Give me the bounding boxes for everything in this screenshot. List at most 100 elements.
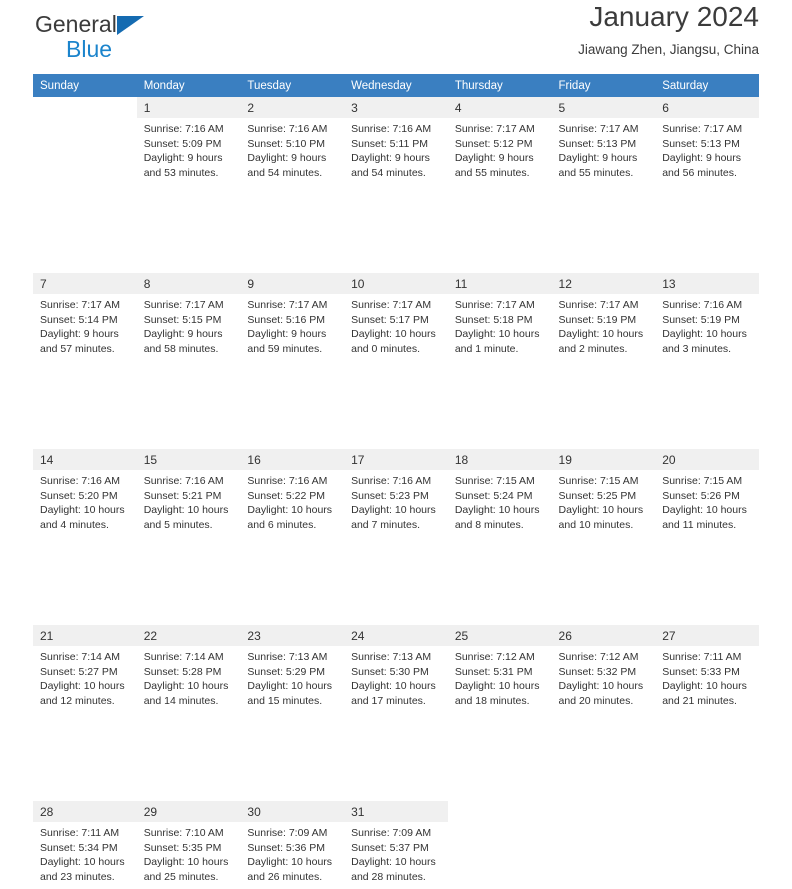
- calendar-day-cell[interactable]: 8 Sunrise: 7:17 AM Sunset: 5:15 PM Daylight…: [136, 273, 241, 361]
- calendar-day-cell[interactable]: 25 Sunrise: 7:12 AM Sunset: 5:31 PM Dayligh…: [447, 625, 552, 713]
- day-detail-line: and 3 minutes.: [662, 342, 732, 355]
- day-number: 11: [447, 273, 552, 294]
- triangle-icon: [116, 16, 144, 35]
- day-detail-line: Sunrise: 7:09 AM: [247, 827, 328, 839]
- day-detail-line: Daylight: 10 hours: [143, 504, 229, 517]
- day-detail-line: Sunrise: 7:14 AM: [143, 651, 224, 663]
- day-details: Sunrise: 7:17 AM Sunset: 5:16 PM Daylight:…: [240, 294, 344, 356]
- calendar-day-cell[interactable]: 5 Sunrise: 7:17 AM Sunset: 5:13 PM Daylight…: [551, 97, 656, 185]
- day-number: 18: [447, 449, 552, 470]
- day-detail-line: Daylight: 10 hours: [40, 856, 125, 869]
- calendar-day-cell[interactable]: 21 Sunrise: 7:14 AM Sunset: 5:27 PM Dayligh…: [33, 625, 137, 713]
- calendar-day-cell[interactable]: 9 Sunrise: 7:17 AM Sunset: 5:16 PM Daylight…: [240, 273, 345, 361]
- day-number: 29: [136, 801, 241, 822]
- day-detail-line: Daylight: 10 hours: [662, 680, 747, 693]
- weekday-header-monday: Monday: [136, 74, 241, 97]
- calendar-day-cell[interactable]: 27 Sunrise: 7:11 AM Sunset: 5:33 PM Dayligh…: [655, 625, 759, 713]
- day-details: Sunrise: 7:10 AM Sunset: 5:35 PM Daylight:…: [137, 822, 241, 884]
- generalblue-logo[interactable]: General Blue: [35, 13, 144, 62]
- day-detail-line: Daylight: 9 hours: [40, 328, 119, 341]
- day-number: 4: [447, 97, 552, 118]
- day-detail-line: and 14 minutes.: [143, 694, 219, 707]
- day-detail-line: Sunset: 5:10 PM: [247, 137, 326, 150]
- calendar-day-cell[interactable]: 19 Sunrise: 7:15 AM Sunset: 5:25 PM Dayligh…: [551, 449, 656, 537]
- day-detail-line: Sunset: 5:32 PM: [558, 665, 637, 678]
- day-detail-line: Daylight: 10 hours: [351, 856, 436, 869]
- calendar-day-cell[interactable]: 12 Sunrise: 7:17 AM Sunset: 5:19 PM Dayligh…: [551, 273, 656, 361]
- day-detail-line: Sunrise: 7:13 AM: [351, 651, 432, 663]
- day-detail-line: and 15 minutes.: [247, 694, 323, 707]
- day-details: Sunrise: 7:16 AM Sunset: 5:20 PM Daylight:…: [33, 470, 137, 532]
- day-details: Sunrise: 7:09 AM Sunset: 5:36 PM Daylight:…: [240, 822, 344, 884]
- day-number: 30: [240, 801, 345, 822]
- day-details: Sunrise: 7:17 AM Sunset: 5:13 PM Daylight:…: [552, 118, 656, 180]
- day-detail-line: and 7 minutes.: [351, 518, 420, 531]
- calendar-day-cell[interactable]: 1 Sunrise: 7:16 AM Sunset: 5:09 PM Daylight…: [136, 97, 241, 185]
- calendar-day-cell-empty: [551, 801, 656, 889]
- calendar-day-cell[interactable]: 22 Sunrise: 7:14 AM Sunset: 5:28 PM Dayligh…: [136, 625, 241, 713]
- calendar-day-cell[interactable]: 20 Sunrise: 7:15 AM Sunset: 5:26 PM Dayligh…: [655, 449, 759, 537]
- day-detail-line: Sunset: 5:27 PM: [40, 665, 118, 678]
- weekday-header-friday: Friday: [551, 74, 656, 97]
- day-detail-line: and 28 minutes.: [351, 870, 426, 883]
- calendar-day-cell[interactable]: 29 Sunrise: 7:10 AM Sunset: 5:35 PM Dayligh…: [136, 801, 241, 889]
- calendar-day-cell[interactable]: 28 Sunrise: 7:11 AM Sunset: 5:34 PM Dayligh…: [33, 801, 137, 889]
- calendar-day-cell[interactable]: 17 Sunrise: 7:16 AM Sunset: 5:23 PM Dayligh…: [344, 449, 448, 537]
- day-detail-line: Sunrise: 7:17 AM: [454, 299, 535, 311]
- day-detail-line: Sunset: 5:15 PM: [143, 313, 222, 326]
- day-detail-line: Sunset: 5:30 PM: [351, 665, 429, 678]
- day-detail-line: Sunrise: 7:17 AM: [454, 123, 535, 135]
- calendar-day-cell[interactable]: 10 Sunrise: 7:17 AM Sunset: 5:17 PM Dayligh…: [344, 273, 448, 361]
- calendar-day-cell[interactable]: 31 Sunrise: 7:09 AM Sunset: 5:37 PM Dayligh…: [344, 801, 448, 889]
- day-detail-line: Daylight: 10 hours: [247, 680, 333, 693]
- day-detail-line: Sunset: 5:26 PM: [662, 489, 740, 502]
- day-detail-line: Daylight: 10 hours: [247, 856, 333, 869]
- calendar-day-cell[interactable]: 7 Sunrise: 7:17 AM Sunset: 5:14 PM Daylight…: [33, 273, 137, 361]
- day-detail-line: Sunrise: 7:16 AM: [351, 123, 432, 135]
- calendar-day-cell[interactable]: 15 Sunrise: 7:16 AM Sunset: 5:21 PM Dayligh…: [136, 449, 241, 537]
- day-detail-line: Sunrise: 7:16 AM: [351, 475, 432, 487]
- calendar-day-cell[interactable]: 11 Sunrise: 7:17 AM Sunset: 5:18 PM Dayligh…: [447, 273, 552, 361]
- calendar-day-cell[interactable]: 2 Sunrise: 7:16 AM Sunset: 5:10 PM Daylight…: [240, 97, 345, 185]
- calendar-page: General Blue January 2024 Jiawang Zhen, …: [0, 0, 792, 883]
- weekday-header-tuesday: Tuesday: [240, 74, 345, 97]
- day-detail-line: and 21 minutes.: [662, 694, 737, 707]
- calendar-day-cell[interactable]: 23 Sunrise: 7:13 AM Sunset: 5:29 PM Dayligh…: [240, 625, 345, 713]
- day-details: Sunrise: 7:14 AM Sunset: 5:28 PM Daylight:…: [137, 646, 241, 708]
- day-detail-line: Daylight: 10 hours: [351, 680, 436, 693]
- day-number: 15: [136, 449, 241, 470]
- calendar-day-cell[interactable]: 14 Sunrise: 7:16 AM Sunset: 5:20 PM Dayligh…: [33, 449, 137, 537]
- day-detail-line: Sunset: 5:33 PM: [662, 665, 740, 678]
- day-number: [551, 801, 656, 822]
- calendar-week-row: 28 Sunrise: 7:11 AM Sunset: 5:34 PM Dayligh…: [33, 801, 759, 889]
- calendar-day-cell[interactable]: 18 Sunrise: 7:15 AM Sunset: 5:24 PM Dayligh…: [447, 449, 552, 537]
- day-detail-line: Sunset: 5:12 PM: [454, 137, 533, 150]
- day-detail-line: Sunset: 5:25 PM: [558, 489, 637, 502]
- day-number: 2: [240, 97, 345, 118]
- day-number: 12: [551, 273, 656, 294]
- calendar-day-cell[interactable]: 13 Sunrise: 7:16 AM Sunset: 5:19 PM Dayligh…: [655, 273, 759, 361]
- day-detail-line: Daylight: 10 hours: [143, 680, 229, 693]
- calendar-week-row: 14 Sunrise: 7:16 AM Sunset: 5:20 PM Dayligh…: [33, 449, 759, 537]
- calendar-day-cell[interactable]: 6 Sunrise: 7:17 AM Sunset: 5:13 PM Daylight…: [655, 97, 759, 185]
- calendar-day-cell[interactable]: 30 Sunrise: 7:09 AM Sunset: 5:36 PM Dayligh…: [240, 801, 345, 889]
- day-detail-line: and 18 minutes.: [454, 694, 530, 707]
- day-detail-line: Sunrise: 7:17 AM: [247, 299, 328, 311]
- day-detail-line: and 25 minutes.: [143, 870, 219, 883]
- calendar-table: Sunday Monday Tuesday Wednesday Thursday…: [33, 74, 759, 889]
- day-detail-line: and 54 minutes.: [351, 166, 426, 179]
- day-detail-line: Sunset: 5:13 PM: [558, 137, 637, 150]
- day-detail-line: and 57 minutes.: [40, 342, 115, 355]
- calendar-day-cell[interactable]: 26 Sunrise: 7:12 AM Sunset: 5:32 PM Dayligh…: [551, 625, 656, 713]
- calendar-day-cell[interactable]: 4 Sunrise: 7:17 AM Sunset: 5:12 PM Daylight…: [447, 97, 552, 185]
- day-detail-line: Sunrise: 7:12 AM: [454, 651, 535, 663]
- day-detail-line: Sunrise: 7:11 AM: [40, 827, 120, 839]
- day-detail-line: Sunrise: 7:15 AM: [454, 475, 535, 487]
- day-detail-line: Daylight: 10 hours: [454, 328, 540, 341]
- day-detail-line: Sunrise: 7:17 AM: [351, 299, 432, 311]
- calendar-day-cell[interactable]: 24 Sunrise: 7:13 AM Sunset: 5:30 PM Dayligh…: [344, 625, 448, 713]
- calendar-day-cell[interactable]: 3 Sunrise: 7:16 AM Sunset: 5:11 PM Daylight…: [344, 97, 448, 185]
- day-details: Sunrise: 7:09 AM Sunset: 5:37 PM Daylight:…: [344, 822, 448, 884]
- calendar-day-cell[interactable]: 16 Sunrise: 7:16 AM Sunset: 5:22 PM Dayligh…: [240, 449, 345, 537]
- week-separator: [33, 185, 759, 273]
